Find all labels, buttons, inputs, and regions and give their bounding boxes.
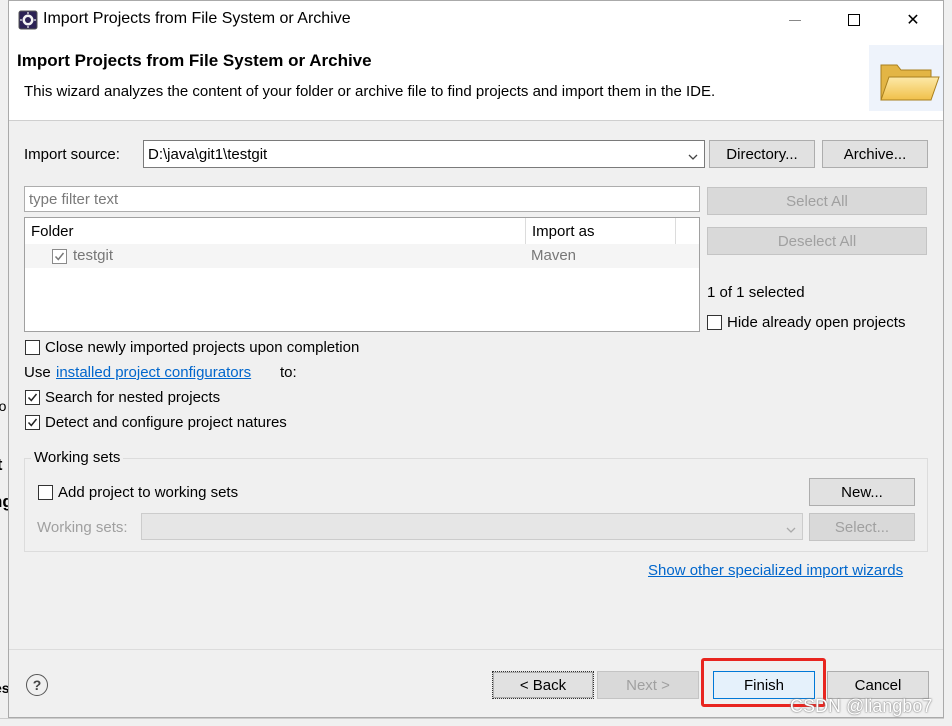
checkmark-icon — [27, 393, 38, 402]
help-icon[interactable]: ? — [26, 674, 48, 696]
select-working-sets-button[interactable]: Select... — [809, 513, 915, 541]
select-all-button[interactable]: Select All — [707, 187, 927, 215]
row-import-as: Maven — [531, 247, 577, 264]
column-header-folder[interactable]: Folder — [25, 218, 526, 244]
column-header-import-as[interactable]: Import as — [526, 218, 676, 244]
background-text: it — [0, 455, 2, 475]
page-description: This wizard analyzes the content of your… — [24, 83, 716, 100]
close-icon: ✕ — [906, 12, 920, 29]
import-dialog: Import Projects from File System or Arch… — [8, 0, 944, 718]
selection-count: 1 of 1 selected — [707, 284, 805, 301]
background-ide-right — [944, 0, 952, 726]
chevron-down-icon — [786, 522, 796, 533]
checkmark-icon — [27, 418, 38, 427]
search-nested-label: Search for nested projects — [45, 389, 221, 406]
search-nested-checkbox[interactable] — [25, 390, 40, 405]
use-suffix-label: to: — [280, 364, 297, 381]
use-prefix-label: Use — [24, 364, 51, 381]
hide-open-projects-label: Hide already open projects — [727, 314, 906, 331]
projects-table: Folder Import as testgit Maven — [24, 217, 700, 332]
working-sets-legend: Working sets — [31, 449, 124, 466]
filter-input[interactable]: type filter text — [24, 186, 700, 212]
working-sets-label: Working sets: — [37, 519, 128, 536]
back-button[interactable]: < Back — [492, 671, 594, 699]
watermark: CSDN @liangbo7 — [790, 696, 933, 716]
footer-separator — [9, 649, 943, 650]
row-checkbox[interactable] — [52, 249, 67, 264]
maximize-icon — [848, 14, 860, 26]
next-button[interactable]: Next > — [597, 671, 699, 699]
working-sets-combo[interactable] — [141, 513, 803, 540]
import-source-label: Import source: — [24, 146, 120, 163]
archive-button[interactable]: Archive... — [822, 140, 928, 168]
folder-icon — [869, 45, 943, 111]
add-to-working-sets-checkbox[interactable] — [38, 485, 53, 500]
eclipse-app-icon — [18, 10, 38, 30]
help-glyph: ? — [32, 677, 42, 693]
maximize-button[interactable] — [832, 5, 876, 35]
checkmark-icon — [54, 252, 65, 261]
cancel-button[interactable]: Cancel — [827, 671, 929, 699]
import-source-combo[interactable]: D:\java\git1\testgit — [143, 140, 705, 168]
minimize-button[interactable] — [773, 5, 817, 35]
close-projects-checkbox[interactable] — [25, 340, 40, 355]
specialized-wizards-link[interactable]: Show other specialized import wizards — [648, 562, 903, 579]
detect-natures-checkbox[interactable] — [25, 415, 40, 430]
close-button[interactable]: ✕ — [891, 5, 935, 35]
filter-placeholder: type filter text — [29, 190, 119, 208]
table-row[interactable]: testgit Maven — [25, 244, 699, 268]
background-ide — [0, 0, 8, 726]
import-source-value: D:\java\git1\testgit — [148, 145, 268, 163]
add-to-working-sets-label: Add project to working sets — [58, 484, 239, 501]
window-title: Import Projects from File System or Arch… — [43, 10, 351, 27]
directory-button[interactable]: Directory... — [709, 140, 815, 168]
row-folder-name: testgit — [73, 247, 114, 264]
minimize-icon — [789, 19, 801, 21]
hide-open-projects-checkbox[interactable] — [707, 315, 722, 330]
new-working-set-button[interactable]: New... — [809, 478, 915, 506]
wizard-banner: Import Projects from File System or Arch… — [9, 39, 943, 121]
chevron-down-icon — [688, 149, 698, 160]
deselect-all-button[interactable]: Deselect All — [707, 227, 927, 255]
detect-natures-label: Detect and configure project natures — [45, 414, 287, 431]
configurators-link[interactable]: installed project configurators — [56, 364, 251, 381]
title-bar: Import Projects from File System or Arch… — [9, 1, 943, 39]
background-ide-bottom — [0, 718, 952, 726]
close-projects-label: Close newly imported projects upon compl… — [45, 339, 360, 356]
page-title: Import Projects from File System or Arch… — [17, 51, 372, 70]
background-text: ro — [0, 398, 7, 414]
